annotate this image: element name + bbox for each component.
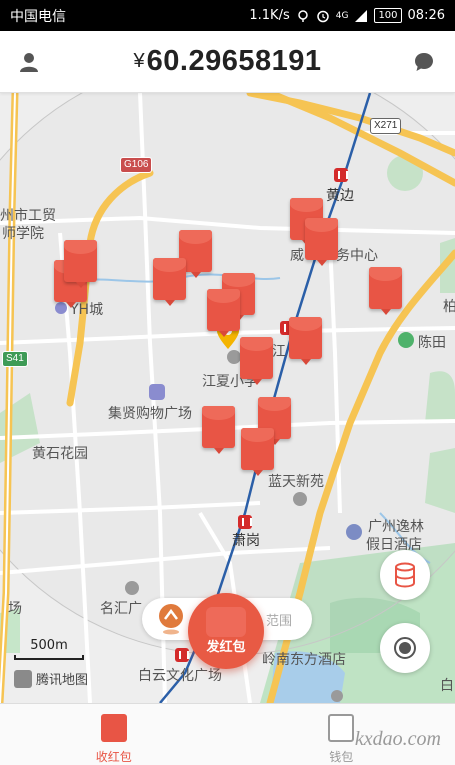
poi-icon — [346, 524, 362, 540]
metro-icon — [238, 515, 252, 529]
status-icons: 1.1K/s 4G 100 08:26 — [249, 8, 445, 23]
poi-icon — [293, 492, 307, 506]
locate-button[interactable] — [380, 623, 430, 673]
red-packet-marker[interactable] — [207, 289, 240, 337]
road-tag-s41: S41 — [2, 351, 28, 367]
wallet-icon — [328, 714, 355, 742]
watermark: kxdao.com — [354, 728, 441, 750]
balance-amount: 60.29658191 — [146, 45, 322, 77]
top-bar: ¥60.29658191 — [0, 31, 455, 93]
location-icon — [297, 9, 308, 22]
map-label: 江 — [272, 344, 286, 360]
message-icon[interactable] — [413, 51, 435, 73]
range-hint: 范围 — [266, 614, 293, 629]
map-label: 场 — [8, 601, 22, 617]
map-label: 柏 — [443, 299, 455, 315]
map-label: 白 — [440, 678, 454, 694]
carrier-label: 中国电信 — [10, 8, 66, 25]
signal-icon — [355, 9, 368, 22]
database-icon — [395, 562, 415, 588]
poi-icon — [398, 332, 414, 348]
alarm-icon — [316, 10, 329, 22]
red-packet-icon — [100, 714, 127, 742]
map-label: 黄石花园 — [32, 446, 88, 462]
map-label: 广州逸林 — [368, 519, 424, 535]
map-label: 黄边 — [326, 188, 354, 204]
red-packet-marker[interactable] — [289, 317, 322, 365]
map-label: 岭南东方酒店 — [262, 652, 346, 668]
map-label: 萧岗 — [232, 533, 260, 549]
poi-icon — [125, 581, 139, 595]
red-packet-marker[interactable] — [202, 406, 235, 454]
battery-icon: 100 — [374, 8, 402, 23]
map-label: 名汇广 — [100, 601, 142, 617]
database-button[interactable] — [380, 550, 430, 600]
map-attribution: 腾讯地图 — [14, 669, 88, 688]
network-speed: 1.1K/s — [249, 8, 290, 23]
clock: 08:26 — [407, 8, 445, 23]
metro-icon — [175, 648, 189, 662]
scale-label: 500m — [30, 638, 68, 653]
nav-receive-red-packet[interactable]: 收红包 — [0, 704, 228, 765]
status-bar: 中国电信 1.1K/s 4G 100 08:26 — [0, 0, 455, 31]
map-view[interactable]: G106 X271 S41 黄边 州市工贸 师学院 威 务中心 YH城 陈田 江… — [0, 93, 455, 703]
map-label: 白云文化广场 — [138, 668, 222, 684]
nav-label: 钱包 — [329, 750, 354, 764]
map-label: 蓝天新苑 — [268, 474, 324, 490]
map-label: 集贤购物广场 — [108, 406, 192, 422]
scale-bar — [14, 655, 84, 660]
red-packet-marker[interactable] — [64, 240, 97, 288]
map-label: 务中心 — [336, 248, 378, 264]
attribution-text: 腾讯地图 — [36, 673, 89, 688]
red-packet-marker[interactable] — [369, 267, 402, 315]
map-label: 陈田 — [418, 335, 446, 351]
red-packet-marker[interactable] — [153, 258, 186, 306]
tencent-map-logo — [14, 669, 32, 688]
map-label: 威 — [290, 248, 304, 264]
red-packet-marker[interactable] — [305, 218, 338, 266]
locate-icon — [394, 637, 416, 659]
balance-display: ¥60.29658191 — [0, 45, 455, 78]
red-packet-marker[interactable] — [241, 428, 274, 476]
road-tag-x271: X271 — [370, 118, 402, 134]
send-button-label: 发红包 — [206, 640, 246, 655]
poi-icon — [149, 384, 165, 400]
map-label: 师学院 — [2, 226, 44, 242]
poi-icon — [331, 690, 343, 702]
direction-pin-icon — [159, 604, 183, 635]
network-type: 4G — [335, 10, 349, 21]
send-red-packet-button[interactable]: 发红包 — [188, 593, 264, 669]
metro-icon — [334, 168, 348, 182]
map-label: 州市工贸 — [0, 208, 56, 224]
nav-label: 收红包 — [95, 750, 132, 764]
currency-symbol: ¥ — [133, 50, 145, 72]
road-tag-g106: G106 — [120, 157, 153, 173]
envelope-icon — [206, 607, 246, 637]
red-packet-marker[interactable] — [240, 337, 273, 385]
map-scale: 500m — [14, 638, 84, 660]
